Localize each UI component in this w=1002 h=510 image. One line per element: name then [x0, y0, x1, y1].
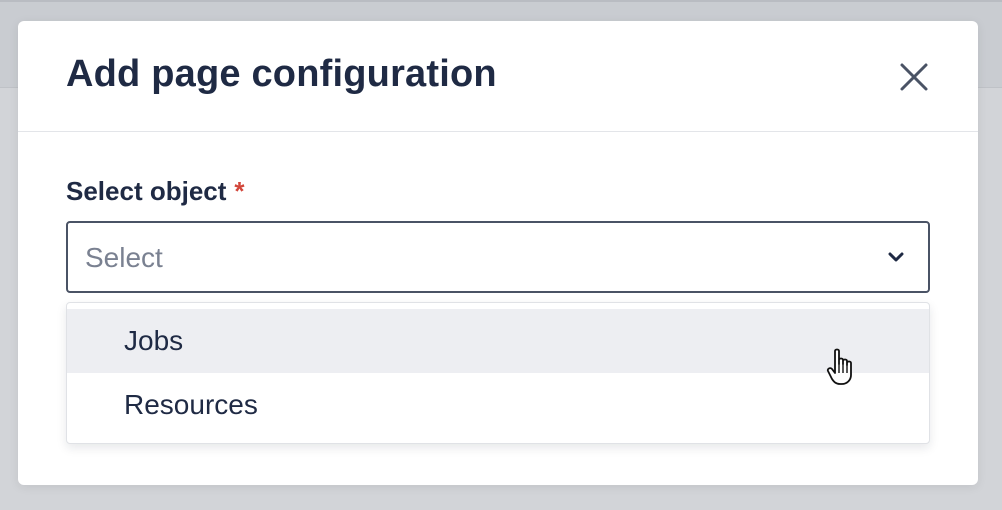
option-label: Resources	[124, 389, 258, 420]
close-icon	[900, 63, 928, 91]
close-button[interactable]	[894, 57, 934, 97]
option-label: Jobs	[124, 325, 184, 356]
select-placeholder: Select	[85, 242, 163, 273]
required-marker: *	[234, 176, 245, 206]
dropdown-menu: Jobs Resources	[66, 302, 930, 444]
option-jobs[interactable]: Jobs	[67, 309, 929, 373]
field-label-text: Select object	[66, 176, 227, 206]
option-resources[interactable]: Resources	[67, 373, 929, 437]
select-object-dropdown[interactable]: Select	[66, 221, 930, 293]
chevron-down-icon	[888, 252, 904, 262]
modal-header: Add page configuration	[18, 21, 978, 132]
add-page-configuration-modal: Add page configuration Select object * Se…	[18, 21, 978, 485]
modal-title: Add page configuration	[66, 53, 497, 95]
select-object-label: Select object *	[66, 176, 245, 207]
